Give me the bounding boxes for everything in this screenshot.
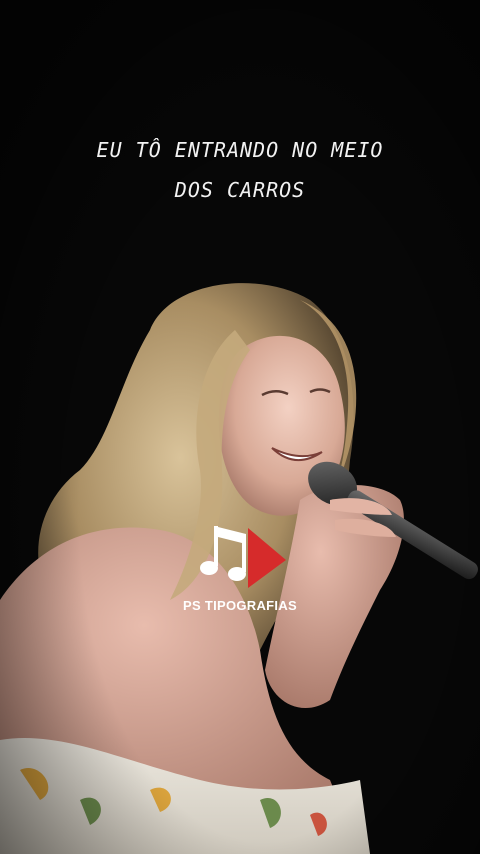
lyric-line-1: EU TÔ ENTRANDO NO MEIO <box>96 138 384 162</box>
singer-photo <box>0 0 480 854</box>
video-frame: EU TÔ ENTRANDO NO MEIO DOS CARROS PS TIP… <box>0 0 480 854</box>
lyric-text: EU TÔ ENTRANDO NO MEIO DOS CARROS <box>0 130 480 210</box>
lyric-line-2: DOS CARROS <box>174 178 306 202</box>
brand-name: PS TIPOGRAFIAS <box>183 598 297 613</box>
music-note-play-icon <box>200 526 286 588</box>
